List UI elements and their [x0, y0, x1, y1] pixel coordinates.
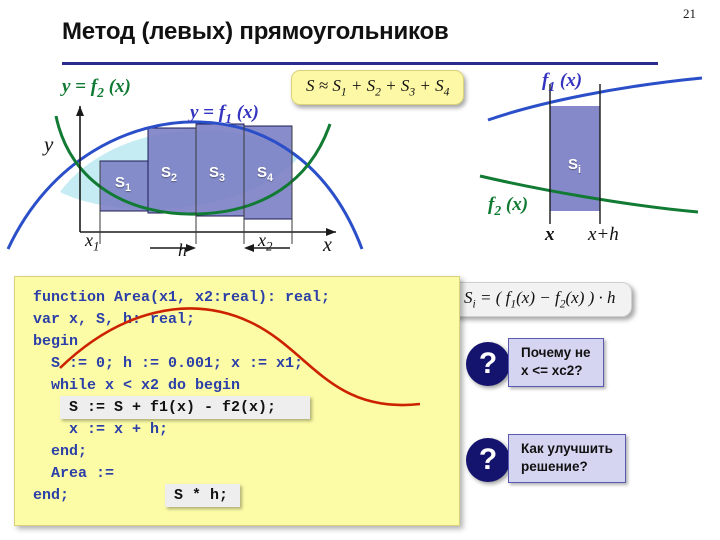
h-arrowhead-right — [244, 244, 254, 252]
callout-bubble: Как улучшить решение? — [508, 434, 626, 483]
axis-y-arrow — [76, 106, 84, 116]
axis-x-label: x — [323, 234, 332, 256]
page-title: Метод (левых) прямоугольников — [62, 18, 449, 45]
code-overlay-area: S * h; — [165, 484, 241, 507]
rect-label-s1: S1 — [115, 174, 132, 194]
tick-label-x-right: x — [545, 224, 555, 245]
callout-line-1: Почему не — [521, 345, 591, 360]
step-label-h: h — [178, 240, 187, 260]
rect-label-si: Si — [568, 156, 582, 176]
code-overlay-sum: S := S + f1(x) - f2(x); — [60, 396, 311, 419]
axis-y-label: y — [44, 132, 54, 156]
label-curve-f1-right: f1 (x) — [542, 70, 583, 94]
tick-label-x2: x2 — [258, 230, 273, 254]
callout-line-1: Как улучшить — [521, 441, 613, 456]
formula-si: Si = ( f1(x) − f2(x) ) · h — [448, 282, 632, 318]
page-number: 21 — [683, 6, 696, 21]
question-mark-icon: ? — [466, 342, 510, 386]
rect-label-s2: S2 — [161, 164, 178, 184]
diagram-right: f1 (x) f2 (x) x x+h Si — [470, 64, 720, 264]
callout-line-2: x <= xс2? — [521, 363, 583, 378]
tick-label-xh-right: x+h — [588, 224, 619, 245]
callout-bubble: Почему не x <= xс2? — [508, 338, 604, 387]
label-curve-f2: y = f2 (x) — [62, 76, 131, 100]
question-mark-icon: ? — [466, 438, 510, 482]
label-curve-f1: y = f1 (x) — [190, 102, 259, 126]
h-arrowhead-left — [186, 244, 196, 252]
rect-label-s4: S4 — [257, 164, 274, 184]
label-curve-f2-right: f2 (x) — [488, 194, 529, 218]
rect-label-s3: S3 — [209, 164, 226, 184]
tick-label-x1: x1 — [85, 230, 100, 254]
callout-line-2: решение? — [521, 459, 588, 474]
slide-root: 21 Метод (левых) прямоугольников y = f2 … — [0, 0, 720, 540]
formula-sum: S ≈ S1 + S2 + S3 + S4 — [291, 70, 465, 106]
